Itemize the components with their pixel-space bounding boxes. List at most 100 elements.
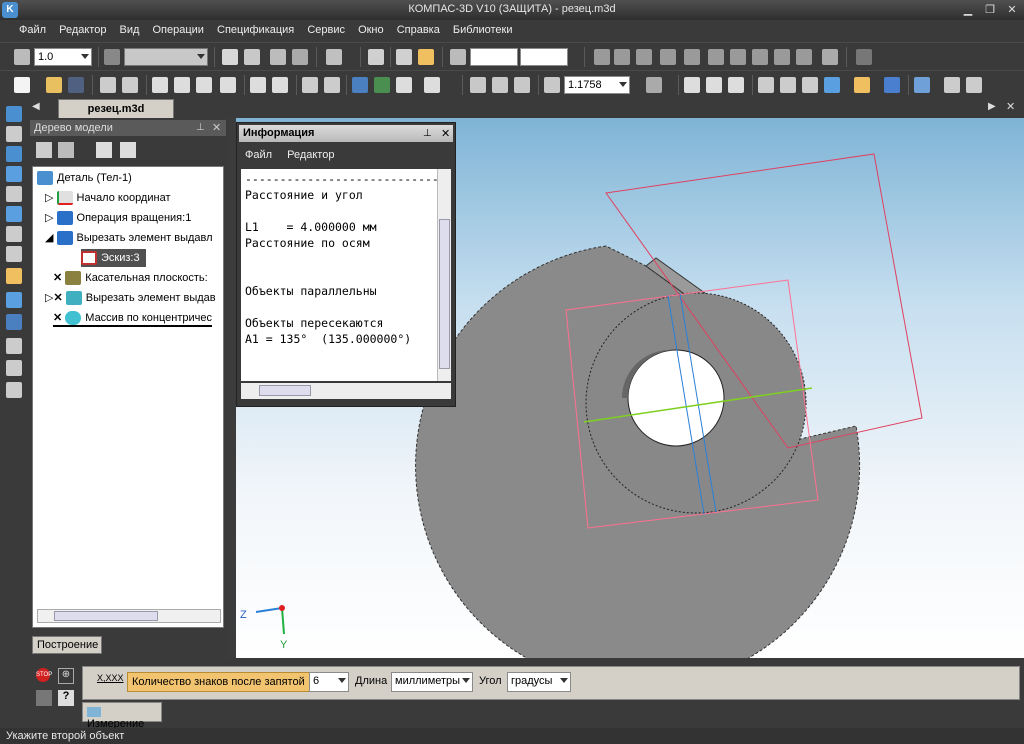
cut-icon[interactable]: [152, 77, 168, 93]
elements-icon[interactable]: [6, 360, 22, 376]
grid-icon[interactable]: [326, 49, 342, 65]
shaded-edges-icon[interactable]: [854, 77, 870, 93]
midpoint-icon[interactable]: [752, 49, 768, 65]
rotate-icon[interactable]: [728, 77, 744, 93]
diagnostics-icon[interactable]: [6, 206, 22, 222]
geometry-icon[interactable]: [6, 106, 22, 122]
minimize-button[interactable]: ▁: [960, 3, 976, 17]
measure-active-icon[interactable]: [6, 268, 22, 284]
parallel-icon[interactable]: [684, 49, 700, 65]
panel-close-icon[interactable]: ✕: [212, 121, 221, 134]
brush-icon[interactable]: [250, 77, 266, 93]
snap-magnet-icon[interactable]: [822, 49, 838, 65]
thin-lines-icon[interactable]: [802, 77, 818, 93]
help-icon[interactable]: ?: [58, 690, 74, 706]
stop-icon[interactable]: STOP: [36, 668, 52, 682]
info-hscroll-thumb[interactable]: [259, 385, 311, 396]
perspective-icon[interactable]: [884, 77, 900, 93]
intersection-icon[interactable]: [636, 49, 652, 65]
menu-service[interactable]: Сервис: [302, 20, 350, 42]
coordinates-icon[interactable]: [450, 49, 466, 65]
auxiliary-geometry-icon[interactable]: [6, 186, 22, 202]
menu-window[interactable]: Окно: [353, 20, 389, 42]
paste-icon[interactable]: [196, 77, 212, 93]
tab-measure[interactable]: Измерение: [82, 702, 162, 730]
properties-icon[interactable]: [272, 77, 288, 93]
camera-icon[interactable]: [36, 690, 52, 706]
tree-item-tangent-plane[interactable]: ✕ Касательная плоскость:: [53, 269, 208, 287]
shaded-icon[interactable]: [824, 77, 840, 93]
tangent-icon[interactable]: [730, 49, 746, 65]
tree-item-extrude-cut[interactable]: ◢ Вырезать элемент выдавл: [45, 229, 213, 247]
menu-edit[interactable]: Редактор: [54, 20, 111, 42]
angle-icon[interactable]: [660, 49, 676, 65]
menu-libraries[interactable]: Библиотеки: [448, 20, 518, 42]
sheet-body-icon[interactable]: [6, 226, 22, 242]
info-menu-edit[interactable]: Редактор: [281, 145, 340, 165]
info-menu-file[interactable]: Файл: [239, 145, 278, 165]
snap-grid-icon[interactable]: [14, 49, 30, 65]
hidden-lines-icon[interactable]: [780, 77, 796, 93]
tree-order-icon[interactable]: [36, 142, 52, 158]
pan-icon[interactable]: [684, 77, 700, 93]
maximize-button[interactable]: ❐: [982, 3, 998, 17]
tree-item-circular-array[interactable]: ✕ Массив по концентричес: [53, 309, 213, 327]
pin-icon[interactable]: ⊥: [196, 122, 205, 133]
magnet-icon[interactable]: [270, 49, 286, 65]
close-button[interactable]: ✕: [1004, 3, 1020, 17]
info-vscrollbar[interactable]: [437, 169, 451, 381]
new-document-icon[interactable]: [14, 77, 30, 93]
create-object-icon[interactable]: ⊕: [58, 668, 74, 684]
copy-icon[interactable]: [174, 77, 190, 93]
help-pointer-icon[interactable]: [424, 77, 440, 93]
tree-export-icon[interactable]: [96, 142, 112, 158]
menu-help[interactable]: Справка: [392, 20, 445, 42]
show-all-icon[interactable]: [706, 77, 722, 93]
print-preview-icon[interactable]: [122, 77, 138, 93]
section-icon[interactable]: [914, 77, 930, 93]
tree-item-part[interactable]: Деталь (Тел-1): [37, 169, 132, 187]
orientation-view-icon[interactable]: [646, 77, 662, 93]
menu-view[interactable]: Вид: [115, 20, 145, 42]
settings-icon[interactable]: [966, 77, 982, 93]
edit-icon[interactable]: [6, 338, 22, 354]
angle-select[interactable]: градусы: [507, 672, 571, 692]
print-icon[interactable]: [100, 77, 116, 93]
magnet-off-icon[interactable]: [292, 49, 308, 65]
tree-structure-icon[interactable]: [58, 142, 74, 158]
tree-item-revolve[interactable]: ▷ Операция вращения:1: [45, 209, 191, 227]
tree-hscrollbar[interactable]: [37, 609, 221, 623]
local-cs-icon[interactable]: [222, 49, 238, 65]
perpendicular-icon[interactable]: [708, 49, 724, 65]
snap-active-icon[interactable]: [418, 49, 434, 65]
arrays-icon[interactable]: [6, 166, 22, 182]
menu-specification[interactable]: Спецификация: [212, 20, 299, 42]
zoom-out-icon[interactable]: [492, 77, 508, 93]
tab-close-icon[interactable]: ✕: [1006, 100, 1015, 113]
info-close-icon[interactable]: ✕: [441, 127, 450, 140]
coord-y-field[interactable]: [520, 48, 568, 66]
info-hscrollbar[interactable]: [241, 383, 451, 399]
zoom-field[interactable]: 1.1758: [564, 76, 630, 94]
line-icon[interactable]: [614, 49, 630, 65]
length-select[interactable]: миллиметры: [391, 672, 473, 692]
arc-icon[interactable]: [796, 49, 812, 65]
save-icon[interactable]: [68, 77, 84, 93]
selection-icon[interactable]: [6, 314, 22, 330]
library-icon[interactable]: [374, 77, 390, 93]
specification-icon[interactable]: [6, 246, 22, 262]
undo-icon[interactable]: [302, 77, 318, 93]
orientation-icon[interactable]: [244, 49, 260, 65]
display-icon[interactable]: [944, 77, 960, 93]
zoom-in-icon[interactable]: [470, 77, 486, 93]
scroll-thumb[interactable]: [54, 611, 158, 621]
open-folder-icon[interactable]: [46, 77, 62, 93]
curves-icon[interactable]: [6, 126, 22, 142]
surfaces-icon[interactable]: [6, 146, 22, 162]
ortho-icon[interactable]: [396, 49, 412, 65]
tab-scroll-left-icon[interactable]: ◀: [32, 101, 40, 112]
tree-item-origin[interactable]: ▷ Начало координат: [45, 189, 171, 207]
tab-construction[interactable]: Построение: [32, 636, 102, 654]
tree-item-extrude-cut-2[interactable]: ▷✕ Вырезать элемент выдав: [45, 289, 216, 307]
tree-list-icon[interactable]: [120, 142, 136, 158]
